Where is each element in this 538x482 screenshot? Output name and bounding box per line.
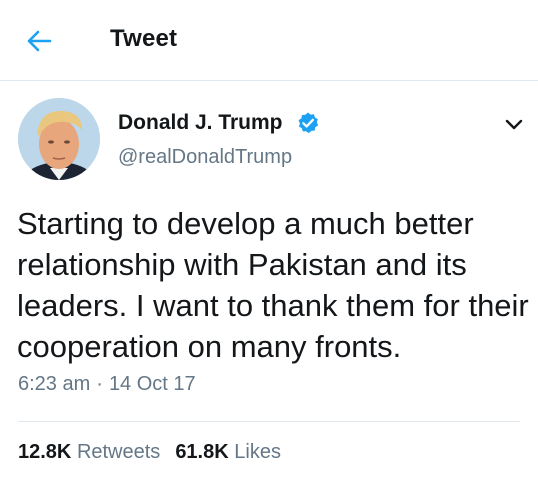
retweets-stat[interactable]: 12.8K Retweets: [18, 441, 160, 463]
likes-label: Likes: [234, 441, 281, 463]
verified-badge-icon: [298, 112, 319, 134]
tweet-date: 14 Oct 17: [108, 373, 196, 395]
tweet-detail-screen: Tweet Donald J. Trump @realDonaldTrump S…: [0, 0, 538, 482]
retweets-label: Retweets: [76, 441, 161, 463]
author-name[interactable]: Donald J. Trump: [118, 111, 283, 135]
likes-stat[interactable]: 61.8K Likes: [175, 441, 281, 463]
author-handle[interactable]: @realDonaldTrump: [118, 146, 292, 169]
tweet-time: 6:23 am: [18, 373, 91, 395]
retweets-count: 12.8K: [18, 441, 72, 463]
likes-count: 61.8K: [175, 441, 229, 463]
timestamp-separator: ·: [96, 373, 103, 395]
arrow-left-icon: [27, 30, 52, 52]
engagement-stats: 12.8K Retweets 61.8K Likes: [18, 441, 281, 464]
tweet-text: Starting to develop a much better relati…: [17, 206, 529, 364]
tweet-timestamp: 6:23 am · 14 Oct 17: [18, 373, 196, 396]
divider: [18, 421, 520, 422]
profile-photo: [18, 98, 100, 180]
page-title: Tweet: [110, 25, 178, 52]
top-bar: Tweet: [0, 0, 538, 81]
avatar[interactable]: [18, 98, 100, 180]
chevron-down-icon[interactable]: [503, 113, 525, 135]
back-button[interactable]: [24, 26, 54, 56]
